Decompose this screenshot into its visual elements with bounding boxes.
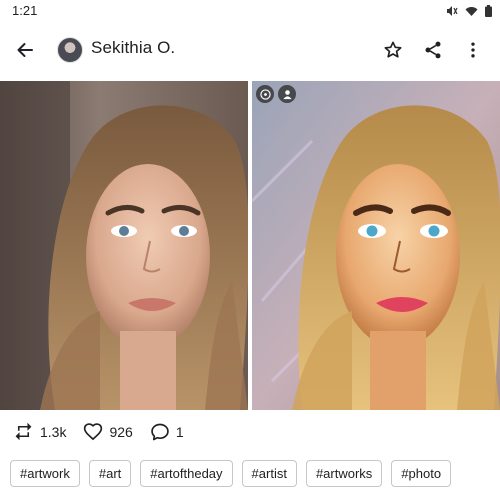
user-name[interactable]: Sekithia O. xyxy=(91,38,175,58)
stats-row: 1.3k 926 1 xyxy=(14,421,201,443)
more-options-button[interactable] xyxy=(455,32,491,68)
original-photo[interactable] xyxy=(0,81,248,410)
like-stat[interactable]: 926 xyxy=(83,422,133,442)
favorite-button[interactable] xyxy=(375,32,411,68)
repost-icon xyxy=(15,422,32,441)
tag-chip[interactable]: #art xyxy=(88,460,132,487)
wifi-icon xyxy=(465,4,478,22)
repost-stat[interactable]: 1.3k xyxy=(14,422,66,442)
painted-photo[interactable] xyxy=(252,81,500,410)
tag-chip[interactable]: #artworks xyxy=(305,460,383,487)
comment-icon xyxy=(151,423,169,441)
status-icons xyxy=(446,4,492,22)
tag-chip[interactable]: #artoftheday xyxy=(140,460,233,487)
tag-chip[interactable]: #artwork xyxy=(10,460,80,487)
star-outline-icon xyxy=(384,41,402,58)
repost-count: 1.3k xyxy=(40,424,67,440)
profile-badge[interactable] xyxy=(278,85,296,103)
image-comparison xyxy=(0,81,500,410)
more-vert-icon xyxy=(471,42,475,58)
share-button[interactable] xyxy=(415,32,451,68)
app-bar: Sekithia O. xyxy=(0,24,500,76)
arrow-back-icon xyxy=(17,43,33,57)
comment-count: 1 xyxy=(175,424,184,440)
battery-icon xyxy=(485,4,492,22)
tag-list: #artwork #art #artoftheday #artist #artw… xyxy=(10,460,452,487)
person-icon xyxy=(282,89,292,99)
tag-chip[interactable]: #artist xyxy=(241,460,297,487)
avatar[interactable] xyxy=(57,37,83,63)
filter-badge[interactable] xyxy=(256,85,274,103)
back-button[interactable] xyxy=(7,32,43,68)
share-icon xyxy=(425,41,441,59)
mute-icon xyxy=(446,4,458,22)
status-bar: 1:21 xyxy=(0,0,500,22)
comment-stat[interactable]: 1 xyxy=(150,422,184,442)
like-count: 926 xyxy=(109,424,133,440)
tag-chip[interactable]: #photo xyxy=(391,460,452,487)
palette-icon xyxy=(259,88,271,100)
status-time: 1:21 xyxy=(12,3,38,18)
heart-outline-icon xyxy=(84,423,103,441)
